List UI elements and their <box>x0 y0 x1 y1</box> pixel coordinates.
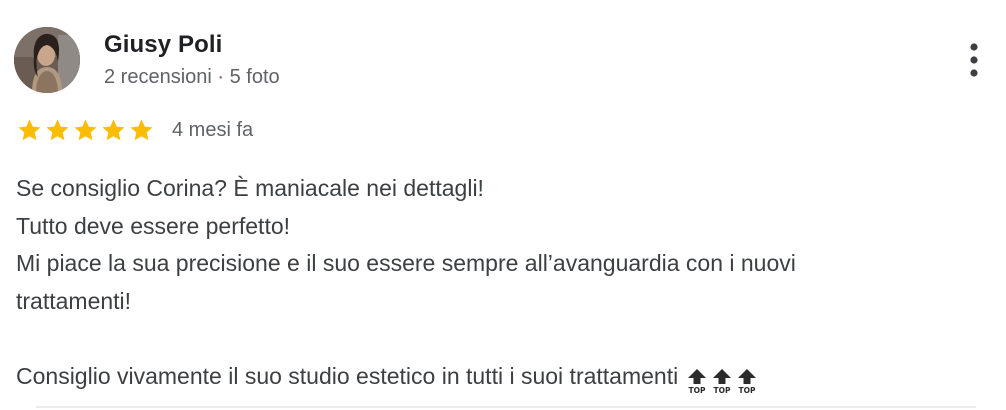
star-rating <box>16 117 155 144</box>
avatar[interactable] <box>14 27 80 93</box>
review-line: trattamenti! <box>16 287 132 314</box>
svg-text:TOP: TOP <box>689 386 706 394</box>
top-arrow-emoji-icon: TOP <box>738 369 757 394</box>
svg-text:TOP: TOP <box>714 386 731 394</box>
review-line-with-emojis: Consiglio vivamente il suo studio esteti… <box>16 358 976 400</box>
reviewer-meta[interactable]: 2 recensioni · 5 foto <box>104 63 280 91</box>
star-icon <box>18 118 41 140</box>
top-emoji-group: TOP TOP TOP <box>686 362 761 400</box>
more-vert-icon <box>970 43 978 77</box>
top-arrow-emoji-icon: TOP <box>688 369 707 394</box>
star-icon <box>130 118 153 140</box>
review-date: 4 mesi fa <box>172 119 254 141</box>
reviewer-name[interactable]: Giusy Poli <box>104 29 222 61</box>
rating-row: 4 mesi fa <box>16 115 253 145</box>
review-line: Se consiglio Corina? È maniacale nei det… <box>16 175 484 201</box>
top-arrow-emoji-icon: TOP <box>713 369 732 394</box>
review-body: Se consiglio Corina? È maniacale nei det… <box>16 170 976 399</box>
star-icon <box>74 118 97 140</box>
svg-text:TOP: TOP <box>739 386 756 394</box>
more-options-button[interactable] <box>958 38 990 82</box>
star-icon <box>46 118 69 140</box>
star-icon <box>102 118 125 140</box>
review-line: Consiglio vivamente il suo studio esteti… <box>16 362 679 389</box>
divider <box>36 406 976 408</box>
review-line: Tutto deve essere perfetto! <box>16 212 291 239</box>
review-card: Giusy Poli 2 recensioni · 5 foto 4 mesi … <box>0 0 1006 410</box>
profile-photo-icon <box>14 27 80 93</box>
review-line: Mi piace la sua precisione e il suo esse… <box>16 250 796 276</box>
